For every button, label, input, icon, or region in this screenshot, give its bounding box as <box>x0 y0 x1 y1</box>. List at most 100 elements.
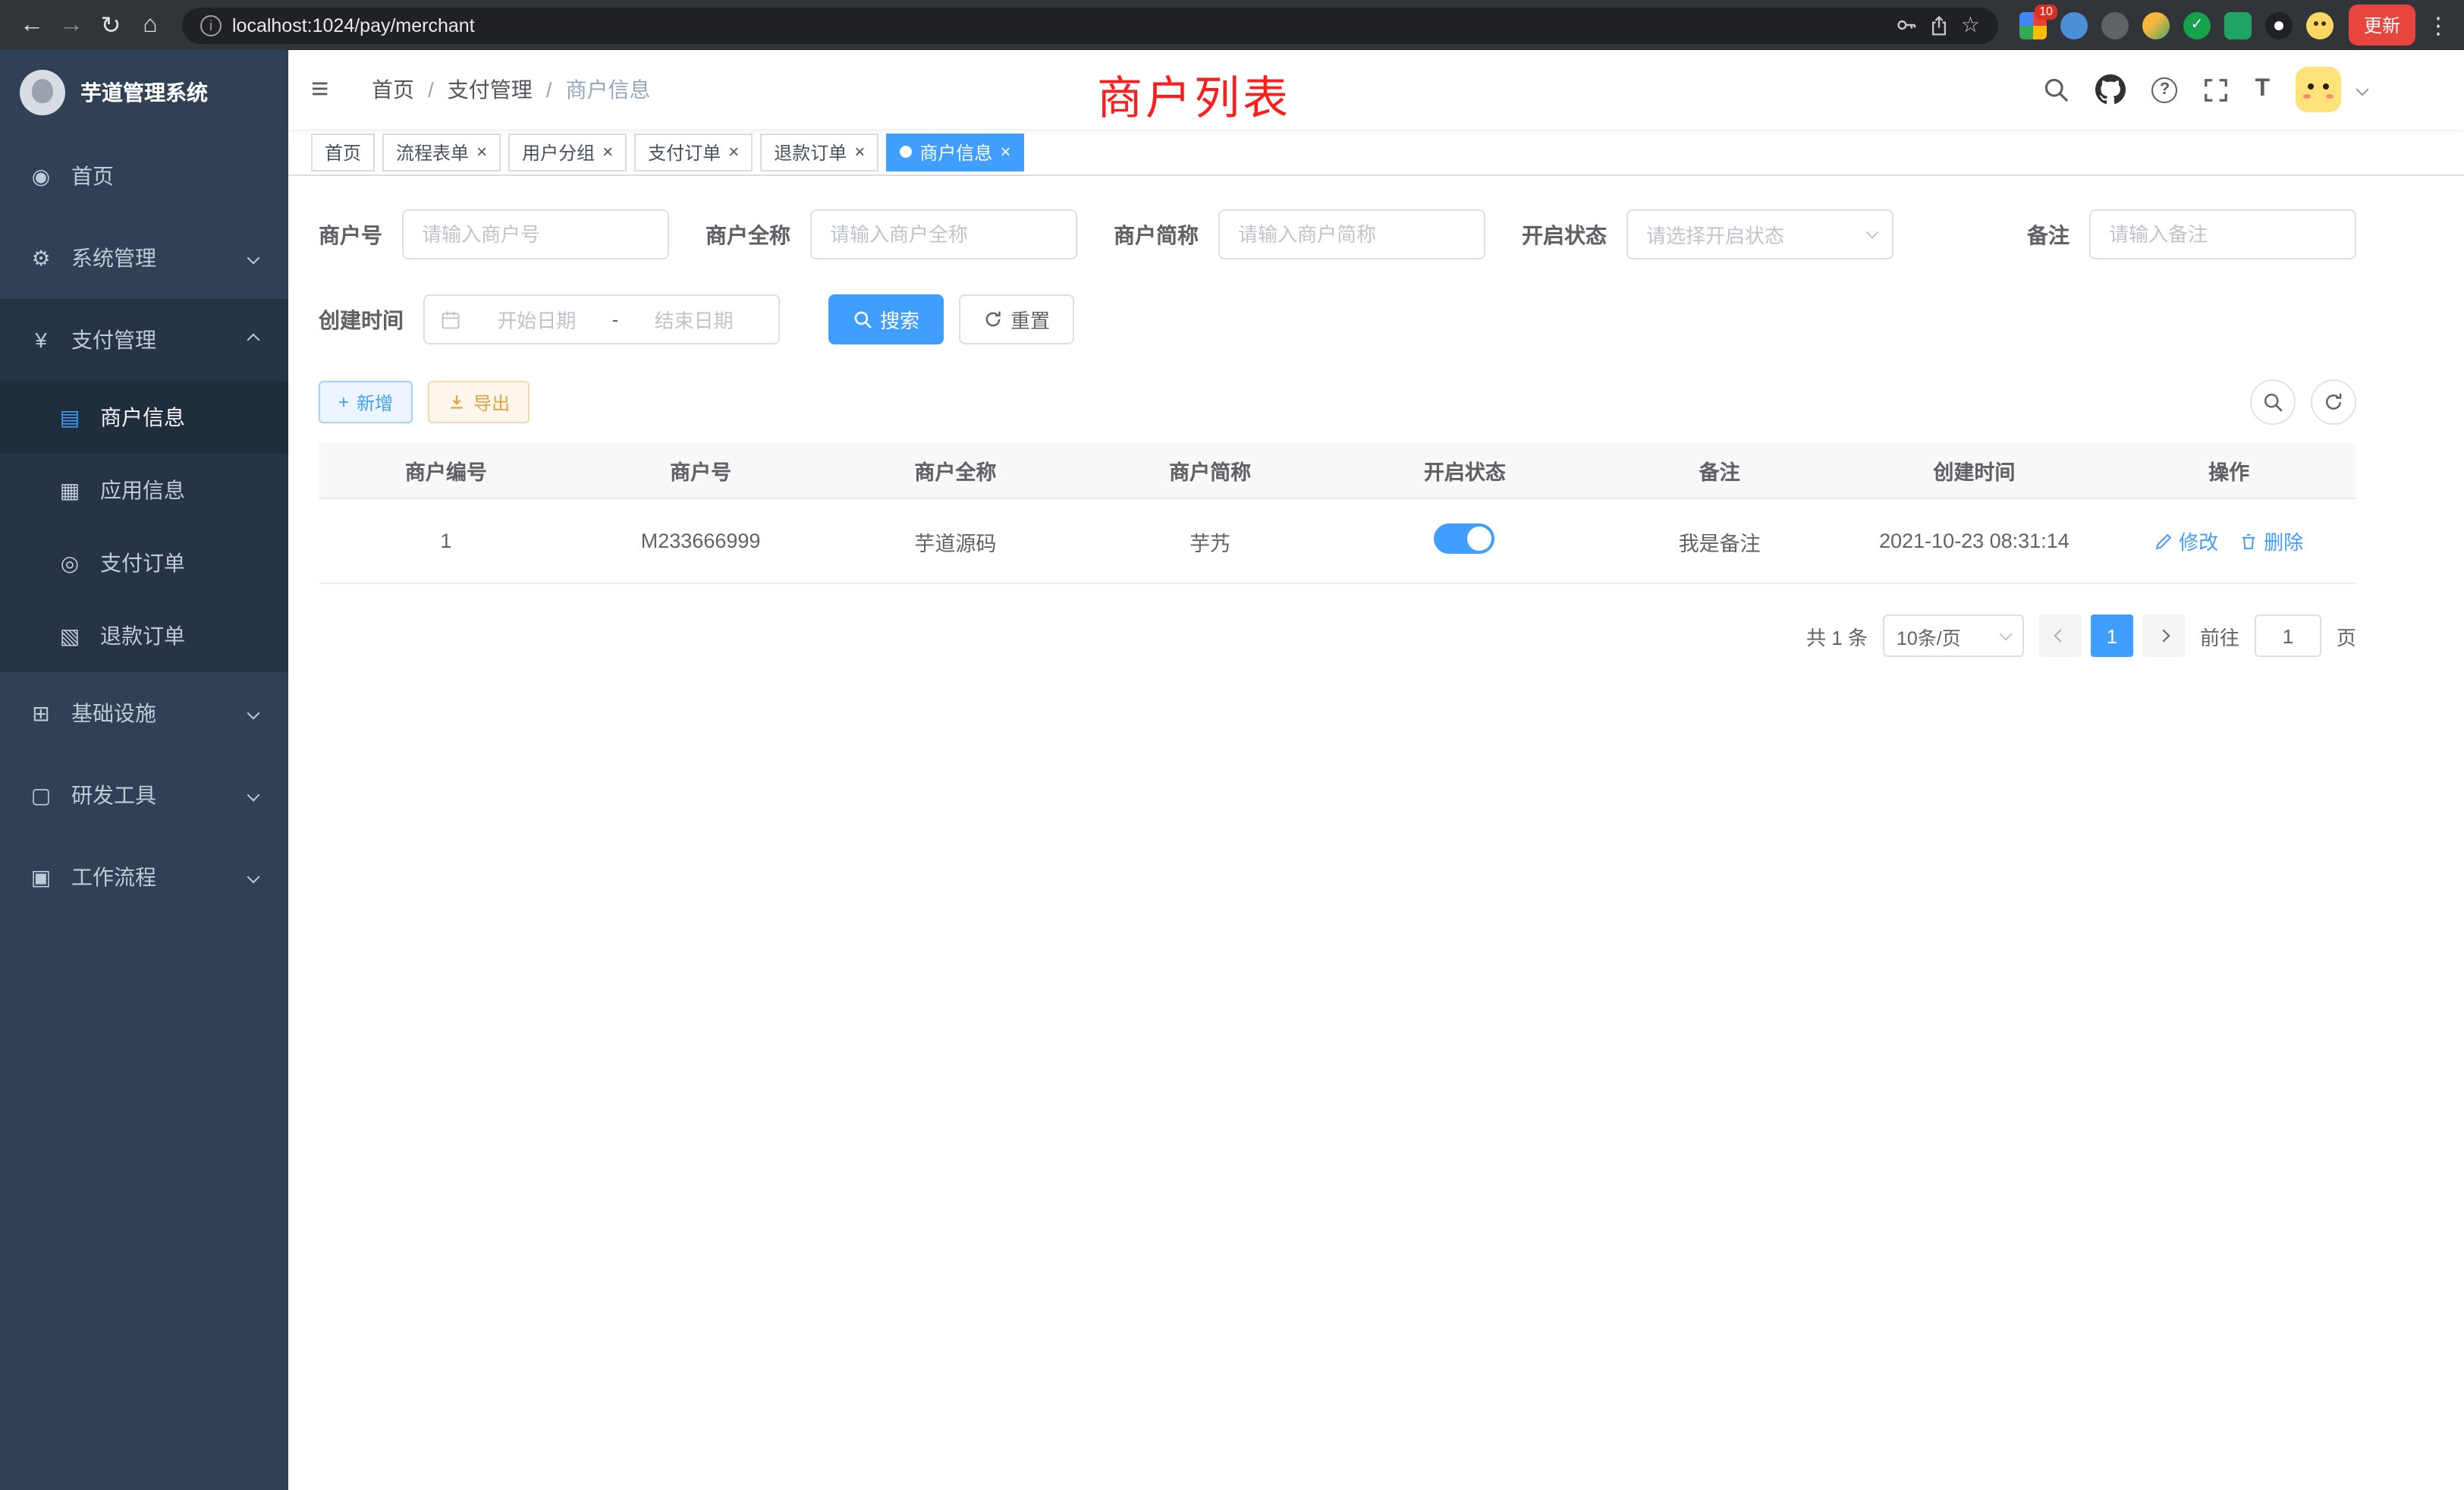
bookmark-star-icon[interactable]: ☆ <box>1961 12 1980 38</box>
font-size-icon[interactable]: T <box>2255 76 2270 103</box>
goto-page-input[interactable] <box>2255 615 2321 657</box>
add-button[interactable]: + 新增 <box>319 381 413 423</box>
tab-label: 支付订单 <box>648 139 721 165</box>
sidebar-item-pay[interactable]: ¥ 支付管理 <box>0 299 288 381</box>
refresh-button[interactable] <box>2311 379 2356 425</box>
extension-drop-icon[interactable] <box>2060 11 2088 39</box>
sidebar-item-workflow[interactable]: ▣ 工作流程 <box>0 836 288 918</box>
tab-refund-order[interactable]: 退款订单 × <box>760 133 878 171</box>
tab-pay-order[interactable]: 支付订单 × <box>634 133 753 171</box>
edit-link[interactable]: 修改 <box>2154 527 2218 555</box>
edit-pencil-icon <box>2154 532 2173 550</box>
delete-link[interactable]: 删除 <box>2239 527 2303 555</box>
password-key-icon[interactable] <box>1896 14 1919 36</box>
sidebar-item-merchant[interactable]: ▤ 商户信息 <box>0 381 288 454</box>
sidebar-item-devtools[interactable]: ▢ 研发工具 <box>0 754 288 836</box>
sidebar-item-label: 退款订单 <box>100 621 185 651</box>
column-header: 商户号 <box>574 455 828 486</box>
add-button-label: 新增 <box>357 389 393 415</box>
merchant-no-input[interactable] <box>402 209 669 259</box>
extension-smiley-icon[interactable] <box>2306 11 2334 39</box>
export-button[interactable]: 导出 <box>428 381 530 423</box>
help-icon[interactable]: ? <box>2151 77 2177 102</box>
tab-label: 用户分组 <box>522 139 595 165</box>
search-icon[interactable] <box>2042 76 2070 103</box>
share-icon[interactable] <box>1929 14 1950 36</box>
remark-input[interactable] <box>2089 209 2356 259</box>
hamburger-icon[interactable]: ≡ <box>311 72 347 107</box>
annotation-merchant-list: 商户列表 <box>1097 61 1291 127</box>
toolbar-right <box>2250 379 2356 425</box>
chevron-down-icon[interactable] <box>2356 83 2369 96</box>
fullscreen-icon[interactable] <box>2203 77 2229 102</box>
close-icon[interactable]: × <box>854 143 865 161</box>
sidebar-item-infra[interactable]: ⊞ 基础设施 <box>0 672 288 754</box>
chrome-update-button[interactable]: 更新 <box>2349 5 2415 46</box>
tab-home[interactable]: 首页 <box>311 133 375 171</box>
extension-doc-icon[interactable] <box>2224 11 2252 39</box>
status-toggle[interactable] <box>1435 523 1495 554</box>
chevron-down-icon <box>247 871 260 884</box>
browser-reload-button[interactable]: ↻ <box>91 5 130 45</box>
page-1-button[interactable]: 1 <box>2091 615 2133 657</box>
search-button[interactable]: 搜索 <box>828 294 944 344</box>
sidebar-item-label: 商户信息 <box>100 402 185 432</box>
chevron-right-icon <box>2157 630 2170 643</box>
start-date-placeholder[interactable]: 开始日期 <box>467 305 606 334</box>
extensions-grid-icon[interactable]: 10 <box>2019 11 2047 39</box>
end-date-placeholder[interactable]: 结束日期 <box>624 305 763 334</box>
close-icon[interactable]: × <box>602 143 613 161</box>
browser-forward-button[interactable]: → <box>52 5 91 45</box>
prev-page-button[interactable] <box>2039 615 2082 657</box>
short-name-input[interactable] <box>1218 209 1485 259</box>
close-icon[interactable]: × <box>476 143 487 161</box>
extension-dark-icon[interactable] <box>2101 11 2129 39</box>
full-name-input[interactable] <box>810 209 1077 259</box>
top-navbar: ≡ 首页 / 支付管理 / 商户信息 商户列表 ? <box>288 50 2464 129</box>
create-time-range-picker[interactable]: 开始日期 - 结束日期 <box>423 294 780 344</box>
sidebar-item-app[interactable]: ▦ 应用信息 <box>0 454 288 527</box>
cell-operations: 修改 删除 <box>2101 527 2356 555</box>
page-size-value: 10条/页 <box>1897 621 1961 650</box>
toggle-search-button[interactable] <box>2250 379 2296 425</box>
search-icon <box>853 310 872 329</box>
close-icon[interactable]: × <box>1000 143 1010 161</box>
document-icon: ▧ <box>58 623 82 649</box>
sidebar-item-system[interactable]: ⚙ 系统管理 <box>0 217 288 299</box>
chevron-down-icon <box>1866 226 1879 239</box>
reset-button-label: 重置 <box>1010 305 1050 334</box>
sidebar-item-refund-order[interactable]: ▧ 退款订单 <box>0 599 288 672</box>
browser-home-button[interactable]: ⌂ <box>130 5 170 45</box>
tab-merchant-info[interactable]: 商户信息 × <box>886 133 1024 171</box>
extension-avatar-icon[interactable] <box>2142 11 2170 39</box>
browser-menu-icon[interactable]: ⋮ <box>2425 11 2452 39</box>
avatar[interactable] <box>2296 67 2341 112</box>
cell-short-name: 芋艿 <box>1083 526 1337 556</box>
tabs-bar: 首页 流程表单 × 用户分组 × 支付订单 × 退款订单 × <box>288 129 2464 176</box>
extension-check-icon[interactable]: ✓ <box>2183 11 2211 39</box>
browser-back-button[interactable]: ← <box>12 5 52 45</box>
table-row: 1 M233666999 芋道源码 芋艿 我是备注 2021-10-23 08:… <box>319 499 2356 584</box>
sidebar-item-pay-order[interactable]: ◎ 支付订单 <box>0 527 288 599</box>
github-icon[interactable] <box>2095 74 2126 105</box>
cell-status <box>1337 523 1592 558</box>
tab-process-form[interactable]: 流程表单 × <box>382 133 501 171</box>
reset-button[interactable]: 重置 <box>959 294 1074 344</box>
chevron-down-icon <box>247 707 260 720</box>
breadcrumb-home[interactable]: 首页 <box>372 74 414 105</box>
address-bar[interactable]: i localhost:1024/pay/merchant ☆ <box>182 7 1998 43</box>
site-info-icon[interactable]: i <box>200 14 222 36</box>
extension-pinwheel-icon[interactable] <box>2265 11 2293 39</box>
app-logo[interactable]: 芋道管理系统 <box>0 50 288 135</box>
breadcrumb-pay[interactable]: 支付管理 <box>448 74 533 105</box>
close-icon[interactable]: × <box>728 143 739 161</box>
page-size-select[interactable]: 10条/页 <box>1883 615 2024 657</box>
next-page-button[interactable] <box>2142 615 2185 657</box>
filter-row-2: 创建时间 开始日期 - 结束日期 <box>319 294 2356 344</box>
navbar-actions: ? T <box>2042 67 2367 112</box>
main-area: ≡ 首页 / 支付管理 / 商户信息 商户列表 ? <box>288 50 2464 1490</box>
tab-user-group[interactable]: 用户分组 × <box>508 133 627 171</box>
breadcrumb-current: 商户信息 <box>566 74 651 105</box>
status-select[interactable]: 请选择开启状态 <box>1626 209 1894 259</box>
sidebar-item-home[interactable]: ◉ 首页 <box>0 135 288 217</box>
